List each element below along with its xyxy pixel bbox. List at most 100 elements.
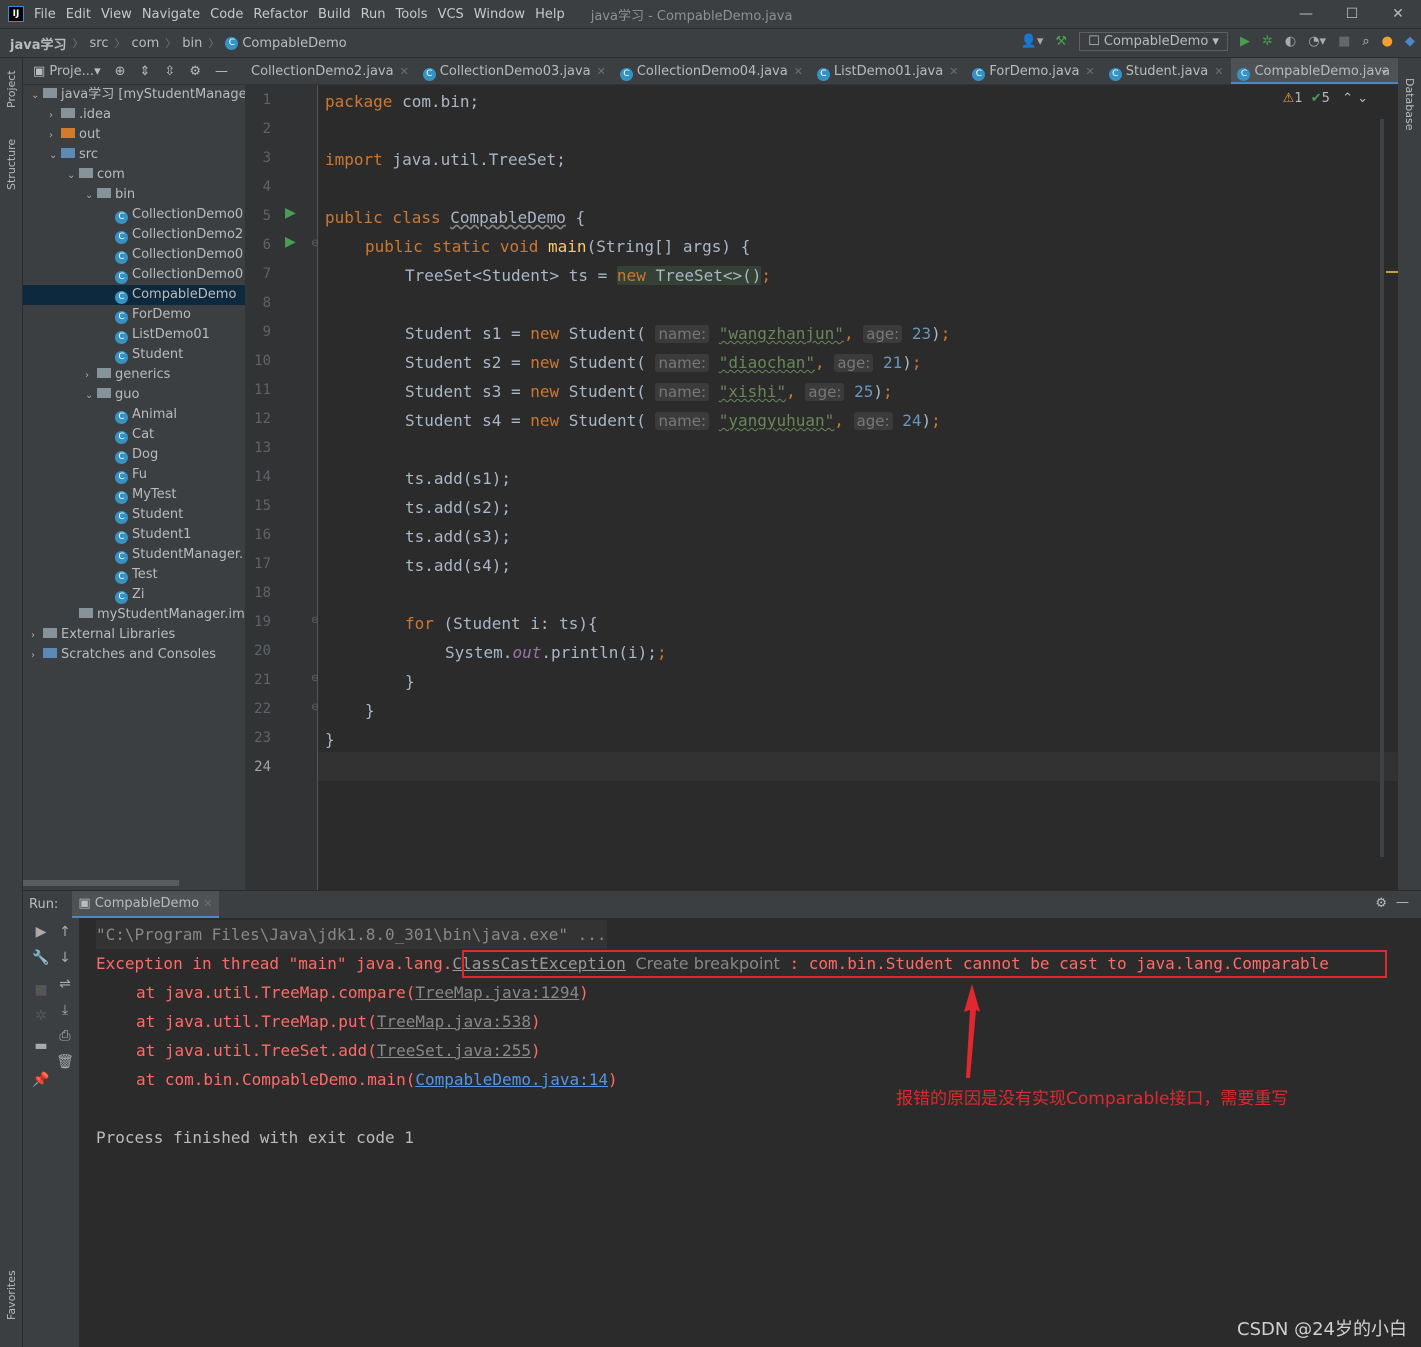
stop-icon[interactable]: ■: [1338, 34, 1350, 49]
tree-item[interactable]: ⌄ src: [23, 145, 98, 165]
run-gutter-icon[interactable]: ▶: [285, 205, 296, 221]
profile-icon[interactable]: ◔▾: [1308, 34, 1326, 49]
breadcrumb-src[interactable]: src: [89, 36, 108, 51]
code-editor[interactable]: ⚠1 ✔5 ⌃ ⌄ package com.bin; import java.u…: [318, 85, 1398, 890]
close-icon[interactable]: ✕: [1214, 65, 1223, 78]
tree-item[interactable]: C Student: [23, 345, 183, 365]
tree-item[interactable]: C Animal: [23, 405, 177, 425]
tree-item[interactable]: myStudentManager.iml: [23, 605, 245, 625]
breadcrumb-bin[interactable]: bin: [182, 36, 202, 51]
user-icon[interactable]: 👤▾: [1021, 34, 1044, 49]
tree-item[interactable]: C ForDemo: [23, 305, 191, 325]
stack-link[interactable]: TreeSet.java:255: [377, 1041, 531, 1060]
close-icon[interactable]: ✕: [794, 65, 803, 78]
pin-icon[interactable]: 📌: [31, 1072, 51, 1088]
scrollbar[interactable]: [1380, 119, 1384, 857]
chevron-down-icon[interactable]: ⌄: [85, 186, 97, 206]
trash-icon[interactable]: 🗑: [55, 1054, 75, 1070]
menu-item-tools[interactable]: Tools: [396, 7, 428, 22]
chevron-down-icon[interactable]: ⌄: [67, 166, 79, 186]
menu-item-help[interactable]: Help: [535, 7, 565, 22]
menu-item-refactor[interactable]: Refactor: [253, 7, 308, 22]
editor-tab[interactable]: CollectionDemo2.java ✕: [245, 58, 417, 84]
tree-item[interactable]: › out: [23, 125, 100, 145]
editor-tab[interactable]: C CollectionDemo03.java ✕: [417, 58, 614, 84]
tree-item[interactable]: C MyTest: [23, 485, 177, 505]
chevron-down-icon[interactable]: ⌄: [49, 146, 61, 166]
rerun-icon[interactable]: ▶: [31, 924, 51, 940]
menu-item-build[interactable]: Build: [318, 7, 351, 22]
tree-item[interactable]: C Fu: [23, 465, 147, 485]
database-tool-button[interactable]: Database: [1403, 78, 1416, 131]
settings-icon[interactable]: ⚙: [1375, 896, 1387, 911]
chevron-right-icon[interactable]: ›: [31, 646, 43, 666]
close-icon[interactable]: ✕: [949, 65, 958, 78]
tree-scrollbar[interactable]: [23, 880, 179, 886]
console-output[interactable]: "C:\Program Files\Java\jdk1.8.0_301\bin\…: [80, 918, 1421, 1347]
chevron-down-icon[interactable]: ⌄: [31, 86, 43, 106]
wrench-icon[interactable]: 🔧: [31, 950, 51, 966]
menu-item-navigate[interactable]: Navigate: [142, 7, 200, 22]
stack-link[interactable]: CompableDemo.java:14: [415, 1070, 608, 1089]
menu-item-file[interactable]: File: [34, 7, 56, 22]
menu-item-code[interactable]: Code: [210, 7, 243, 22]
stop-icon[interactable]: ■: [31, 982, 51, 998]
stack-link[interactable]: TreeMap.java:1294: [415, 983, 579, 1002]
tree-item[interactable]: C CollectionDemo2: [23, 225, 243, 245]
run-config-select[interactable]: ☐ CompableDemo ▾: [1079, 32, 1228, 51]
tree-item[interactable]: C CollectionDemo0: [23, 245, 243, 265]
close-icon[interactable]: ✕: [597, 65, 606, 78]
tree-item[interactable]: ⌄ guo: [23, 385, 139, 405]
run-icon[interactable]: ▶: [1240, 34, 1250, 49]
close-icon[interactable]: ✕: [1086, 65, 1095, 78]
debug-icon[interactable]: ✲: [31, 1008, 51, 1024]
tree-item[interactable]: › External Libraries: [23, 625, 175, 645]
tree-item[interactable]: C ListDemo01: [23, 325, 210, 345]
settings-icon[interactable]: ⚙: [189, 64, 201, 79]
soft-wrap-icon[interactable]: ⇌: [55, 976, 75, 992]
menu-item-edit[interactable]: Edit: [66, 7, 91, 22]
chevron-down-icon[interactable]: ⌄: [85, 386, 97, 406]
chevron-right-icon[interactable]: ›: [49, 126, 61, 146]
tree-item[interactable]: C Dog: [23, 445, 158, 465]
project-view-select[interactable]: ▣ Proje...▾: [33, 64, 101, 79]
structure-tool-button[interactable]: Structure: [5, 139, 18, 190]
tree-item[interactable]: ⌄ java学习 [myStudentManage: [23, 85, 245, 105]
breadcrumb-com[interactable]: com: [131, 36, 159, 51]
up-arrow-icon[interactable]: ↑: [55, 924, 75, 940]
favorites-tool-button[interactable]: Favorites: [5, 1270, 18, 1320]
stack-link[interactable]: TreeMap.java:538: [377, 1012, 531, 1031]
close-icon[interactable]: ✕: [400, 65, 409, 78]
jetbrains-icon[interactable]: ◆: [1405, 34, 1415, 49]
locate-icon[interactable]: ⊕: [115, 64, 126, 79]
tab-list-icon[interactable]: ⌄: [1379, 62, 1390, 77]
tree-item[interactable]: C Student: [23, 505, 183, 525]
tree-item[interactable]: › .idea: [23, 105, 111, 125]
hide-icon[interactable]: —: [215, 64, 228, 79]
tree-item[interactable]: C Zi: [23, 585, 145, 605]
layout-icon[interactable]: ▬: [31, 1038, 51, 1054]
chevron-right-icon[interactable]: ›: [31, 626, 43, 646]
close-icon[interactable]: ✕: [1396, 65, 1398, 78]
close-icon[interactable]: ✕: [1375, 0, 1421, 28]
breadcrumb-project[interactable]: java学习: [10, 34, 66, 53]
search-icon[interactable]: ⌕: [1362, 34, 1369, 49]
chevron-right-icon[interactable]: ›: [85, 366, 97, 386]
menu-item-run[interactable]: Run: [361, 7, 386, 22]
update-icon[interactable]: ●: [1382, 34, 1393, 49]
menu-item-vcs[interactable]: VCS: [438, 7, 464, 22]
breadcrumb-file[interactable]: CompableDemo: [242, 36, 346, 51]
coverage-icon[interactable]: ◐: [1285, 34, 1296, 49]
menu-item-view[interactable]: View: [101, 7, 132, 22]
editor-tab[interactable]: C CollectionDemo04.java ✕: [614, 58, 811, 84]
inspection-widget[interactable]: ⚠1 ✔5 ⌃ ⌄: [1283, 91, 1368, 106]
chevron-right-icon[interactable]: ›: [49, 106, 61, 126]
tree-item[interactable]: › Scratches and Consoles: [23, 645, 216, 665]
tree-item[interactable]: ⌄ bin: [23, 185, 135, 205]
tree-item[interactable]: C Student1: [23, 525, 191, 545]
tree-item[interactable]: C CollectionDemo0: [23, 205, 243, 225]
run-tab[interactable]: ▣ CompableDemo ✕: [72, 890, 219, 919]
project-tool-button[interactable]: Project: [5, 70, 18, 108]
editor-tab[interactable]: C ForDemo.java ✕: [966, 58, 1102, 84]
maximize-icon[interactable]: ☐: [1329, 0, 1375, 28]
